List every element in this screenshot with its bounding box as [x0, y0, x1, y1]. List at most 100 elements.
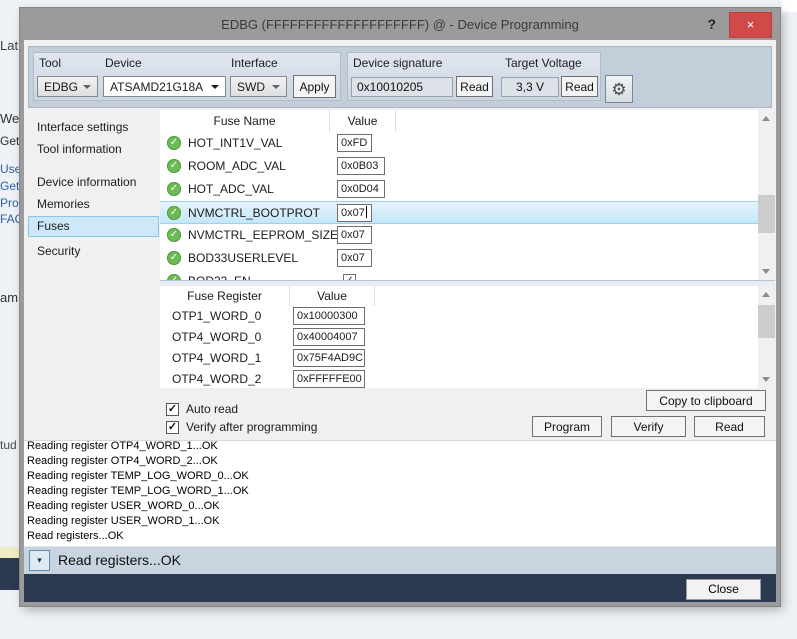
background-navy-strip	[0, 558, 20, 590]
device-combobox[interactable]: ATSAMD21G18A	[103, 76, 226, 97]
settings-gear-button[interactable]: ⚙	[605, 75, 633, 103]
fuse-value-input[interactable]: 0x07	[337, 226, 372, 244]
log-line: Reading register USER_WORD_0...OK	[24, 499, 776, 514]
verify-after-programming-label: Verify after programming	[186, 420, 317, 434]
target-voltage-field[interactable]: 3,3 V	[501, 77, 559, 97]
log-line: Reading register OTP4_WORD_2...OK	[24, 454, 776, 469]
scroll-down-icon[interactable]	[758, 371, 775, 388]
background-text: Wel	[0, 111, 22, 126]
gear-icon: ⚙	[611, 80, 626, 99]
log-line: Read registers...OK	[24, 529, 776, 544]
fuse-row[interactable]: ✓NVMCTRL_BOOTPROT0x07	[160, 201, 758, 224]
fuse-table: Fuse Name Value ✓HOT_INT1V_VAL0xFD✓ROOM_…	[160, 110, 775, 280]
tool-label: Tool	[39, 56, 61, 70]
device-signature-label: Device signature	[353, 56, 442, 70]
device-value: ATSAMD21G18A	[110, 80, 203, 94]
read-button[interactable]: Read	[694, 416, 765, 437]
fuse-row[interactable]: ✓HOT_INT1V_VAL0xFD	[160, 132, 758, 155]
scrollbar-thumb[interactable]	[758, 195, 775, 233]
status-expander-button[interactable]: ▾	[29, 550, 50, 571]
text-caret	[366, 206, 367, 218]
fuse-value-input[interactable]: 0x07	[337, 249, 372, 267]
sidebar-item-interface-settings[interactable]: Interface settings	[28, 117, 159, 138]
register-value-input[interactable]: 0x40004007	[293, 328, 365, 346]
register-row[interactable]: OTP4_WORD_10x75F4AD9C	[160, 348, 758, 369]
chevron-down-icon	[211, 85, 219, 89]
voltage-read-button[interactable]: Read	[561, 76, 598, 97]
apply-button[interactable]: Apply	[293, 75, 336, 98]
register-table-scrollbar[interactable]	[758, 286, 775, 388]
program-button[interactable]: Program	[532, 416, 602, 437]
copy-to-clipboard-button[interactable]: Copy to clipboard	[646, 390, 766, 411]
window-close-button[interactable]: ×	[729, 12, 772, 38]
register-name: OTP1_WORD_0	[172, 309, 261, 323]
fuse-value-input[interactable]: 0x0D04	[337, 180, 385, 198]
ok-status-icon: ✓	[167, 228, 181, 242]
register-name: OTP4_WORD_0	[172, 330, 261, 344]
background-yellow-strip	[0, 547, 20, 558]
register-value-column-header[interactable]: Value	[290, 286, 375, 306]
register-row[interactable]: OTP4_WORD_20xFFFFFE00	[160, 369, 758, 388]
auto-read-checkbox[interactable]: ✓	[166, 403, 179, 416]
help-icon[interactable]: ?	[707, 16, 716, 32]
fuse-row[interactable]: ✓ROOM_ADC_VAL0x0B03	[160, 155, 758, 178]
sidebar-item-device-information[interactable]: Device information	[28, 172, 159, 193]
fuse-name: NVMCTRL_EEPROM_SIZE	[188, 228, 338, 242]
tool-device-interface-group: Tool EDBG Device ATSAMD21G18A Interface …	[33, 52, 341, 101]
fuse-table-scrollbar[interactable]	[758, 110, 775, 280]
sidebar-item-tool-information[interactable]: Tool information	[28, 139, 159, 160]
fuse-name: HOT_ADC_VAL	[188, 182, 274, 196]
fuse-value-input[interactable]: 0xFD	[337, 134, 372, 152]
sidebar-item-security[interactable]: Security	[28, 241, 159, 262]
fuse-name: ROOM_ADC_VAL	[188, 159, 286, 173]
fuse-name: BOD33USERLEVEL	[188, 251, 298, 265]
fuse-value-column-header[interactable]: Value	[330, 110, 396, 132]
chevron-down-icon	[272, 85, 280, 89]
target-voltage-label: Target Voltage	[505, 56, 582, 70]
register-row[interactable]: OTP4_WORD_0 0x40004007	[160, 327, 758, 348]
fuse-row[interactable]: ✓BOD33USERLEVEL0x07	[160, 247, 758, 270]
log-line: Reading register USER_WORD_1...OK	[24, 514, 776, 529]
tool-value: EDBG	[44, 80, 78, 94]
check-icon: ✓	[168, 421, 177, 433]
scroll-down-icon[interactable]	[758, 263, 775, 280]
ok-status-icon: ✓	[167, 136, 181, 150]
fuse-register-table: Fuse Register Value OTP1_WORD_0 0x1000030…	[160, 286, 775, 388]
fuse-value-input[interactable]: 0x0B03	[337, 157, 385, 175]
footer-bar: Close	[24, 574, 776, 602]
register-name-column-header[interactable]: Fuse Register	[160, 286, 290, 306]
close-icon: ×	[747, 17, 755, 32]
device-signature-field[interactable]: 0x10010205	[351, 77, 453, 97]
close-button[interactable]: Close	[686, 579, 761, 600]
fuse-row[interactable]: ✓ NVMCTRL_EEPROM_SIZE0x07	[160, 224, 758, 247]
log-line: Reading register TEMP_LOG_WORD_1...OK	[24, 484, 776, 499]
verify-button[interactable]: Verify	[611, 416, 686, 437]
interface-combobox[interactable]: SWD	[230, 76, 287, 97]
scrollbar-thumb[interactable]	[758, 305, 775, 338]
chevron-down-icon	[83, 85, 91, 89]
fuse-value-input[interactable]: 0x07	[337, 204, 372, 222]
tool-combobox[interactable]: EDBG	[37, 76, 98, 97]
scroll-up-icon[interactable]	[758, 286, 775, 303]
sidebar-item-memories[interactable]: Memories	[28, 194, 159, 215]
signature-read-button[interactable]: Read	[456, 76, 493, 97]
chevron-down-icon: ▾	[37, 555, 42, 565]
background-text: am	[0, 290, 18, 305]
register-value-input[interactable]: 0xFFFFFE00	[293, 370, 365, 388]
dialog-titlebar[interactable]: EDBG (FFFFFFFFFFFFFFFFFFFF) @ - Device P…	[20, 8, 780, 40]
verify-after-programming-checkbox[interactable]: ✓	[166, 421, 179, 434]
log-output[interactable]: Reading register OTP4_WORD_1...OKReading…	[24, 440, 776, 546]
connection-toolbar: Tool EDBG Device ATSAMD21G18A Interface …	[28, 46, 772, 108]
fuse-row[interactable]: ✓ HOT_ADC_VAL 0x0D04	[160, 178, 758, 201]
interface-value: SWD	[237, 80, 265, 94]
register-value-input[interactable]: 0x75F4AD9C	[293, 349, 365, 367]
register-row[interactable]: OTP1_WORD_0 0x10000300	[160, 306, 758, 327]
ok-status-icon: ✓	[167, 206, 181, 220]
sidebar: Interface settingsTool information Device…	[28, 112, 159, 438]
fuse-name-column-header[interactable]: Fuse Name	[160, 110, 330, 132]
register-value-input[interactable]: 0x10000300	[293, 307, 365, 325]
ok-status-icon: ✓	[167, 182, 181, 196]
fuse-row[interactable]: ✓BOD33_EN✓	[160, 270, 758, 280]
sidebar-item-fuses[interactable]: Fuses	[28, 216, 159, 237]
scroll-up-icon[interactable]	[758, 110, 775, 127]
